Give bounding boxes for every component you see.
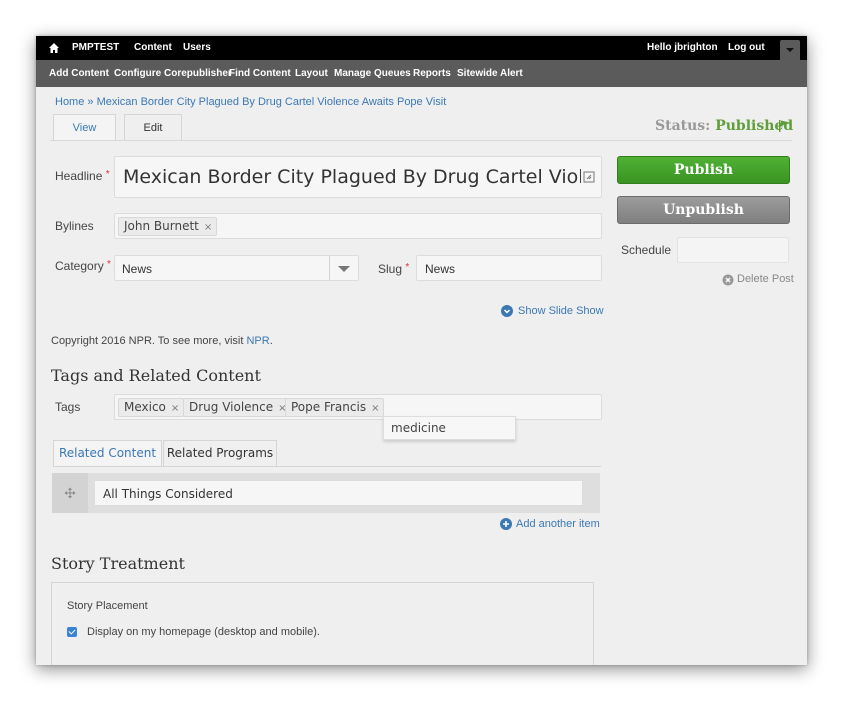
nav-manage-queues[interactable]: Manage Queues — [334, 68, 411, 80]
tab-edit[interactable]: Edit — [124, 114, 182, 141]
flag-icon — [779, 120, 790, 132]
homepage-checkbox[interactable] — [67, 627, 77, 637]
headline-label: Headline * — [55, 169, 110, 183]
remove-chip-icon[interactable]: × — [171, 403, 179, 414]
schedule-input[interactable] — [677, 237, 789, 263]
move-icon[interactable] — [64, 487, 76, 499]
tag-chip: Drug Violence × — [183, 398, 292, 417]
slug-value: News — [425, 262, 456, 276]
drag-handle[interactable] — [52, 473, 88, 513]
bylines-label: Bylines — [55, 219, 94, 233]
category-value: News — [122, 262, 153, 276]
tag-chip: Mexico × — [118, 398, 185, 417]
topbar-item-users[interactable]: Users — [183, 42, 211, 54]
tab-view[interactable]: View — [53, 114, 116, 141]
remove-chip-icon[interactable]: × — [371, 403, 379, 414]
user-greeting[interactable]: Hello jbrighton — [647, 42, 718, 54]
logout-link[interactable]: Log out — [728, 42, 765, 54]
home-icon[interactable] — [48, 42, 60, 54]
show-slide-show-link[interactable]: Show Slide Show — [518, 305, 604, 317]
story-treatment-title: Story Treatment — [51, 554, 185, 573]
tags-section-title: Tags and Related Content — [51, 366, 261, 385]
publish-button[interactable]: Publish — [617, 156, 790, 184]
status-label: Status: — [655, 118, 711, 134]
headline-value: Mexican Border City Plagued By Drug Cart… — [123, 166, 581, 188]
bylines-input[interactable]: John Burnett × — [114, 213, 602, 239]
tags-label: Tags — [55, 400, 81, 414]
shortcuts-toggle-button[interactable] — [780, 40, 800, 60]
chevron-down-circle-icon[interactable] — [501, 305, 513, 317]
dropdown-arrow-icon — [338, 266, 350, 272]
delete-circle-icon[interactable] — [722, 274, 734, 286]
chevron-down-icon — [786, 48, 794, 52]
plus-circle-icon[interactable] — [500, 518, 512, 530]
homepage-checkbox-label[interactable]: Display on my homepage (desktop and mobi… — [87, 626, 320, 638]
nav-layout[interactable]: Layout — [295, 68, 328, 80]
nav-sitewide-alert[interactable]: Sitewide Alert — [457, 68, 523, 80]
publish-status: Status: Published — [655, 118, 793, 134]
copyright-notice: Copyright 2016 NPR. To see more, visit N… — [51, 335, 273, 347]
tags-input[interactable]: Mexico × Drug Violence × Pope Francis × — [114, 394, 602, 420]
tab-related-content[interactable]: Related Content — [53, 440, 162, 466]
program-value: All Things Considered — [103, 487, 233, 501]
remove-chip-icon[interactable]: × — [204, 222, 212, 233]
story-placement-fieldset — [51, 582, 594, 665]
tag-chip: Pope Francis × — [285, 398, 385, 417]
site-name-link[interactable]: PMPTEST — [72, 42, 119, 54]
npr-link[interactable]: NPR — [246, 335, 269, 347]
category-label: Category * — [55, 259, 111, 273]
story-placement-label: Story Placement — [67, 600, 148, 612]
tag-suggestion-item[interactable]: medicine — [383, 416, 516, 440]
breadcrumb[interactable]: Home » Mexican Border City Plagued By Dr… — [55, 96, 446, 108]
nav-reports[interactable]: Reports — [413, 68, 451, 80]
topbar-item-content[interactable]: Content — [134, 42, 172, 54]
program-input[interactable]: All Things Considered — [94, 480, 583, 506]
related-tabs-divider — [53, 466, 601, 467]
schedule-label: Schedule — [621, 243, 672, 257]
tabs-divider — [50, 140, 792, 141]
select-divider — [329, 256, 330, 280]
unpublish-button[interactable]: Unpublish — [617, 196, 790, 224]
nav-configure-corepublisher[interactable]: Configure Corepublisher — [114, 68, 232, 80]
nav-add-content[interactable]: Add Content — [49, 68, 109, 80]
byline-chip: John Burnett × — [118, 217, 218, 236]
delete-post-link[interactable]: Delete Post — [737, 273, 794, 285]
tab-related-programs[interactable]: Related Programs — [163, 440, 277, 466]
admin-toolbar: PMPTEST Content Users Hello jbrighton Lo… — [36, 36, 807, 60]
category-select[interactable]: News — [114, 255, 359, 281]
slug-input[interactable]: News — [416, 255, 602, 281]
program-row: All Things Considered — [52, 473, 600, 513]
nav-find-content[interactable]: Find Content — [229, 68, 291, 80]
headline-input[interactable]: Mexican Border City Plagued By Drug Cart… — [114, 156, 602, 198]
app-window: PMPTEST Content Users Hello jbrighton Lo… — [36, 36, 807, 665]
resize-icon[interactable] — [583, 171, 595, 183]
shortcut-bar: Add Content Configure Corepublisher Find… — [36, 60, 807, 87]
slug-label: Slug * — [378, 262, 410, 276]
add-another-item-link[interactable]: Add another item — [516, 518, 600, 530]
